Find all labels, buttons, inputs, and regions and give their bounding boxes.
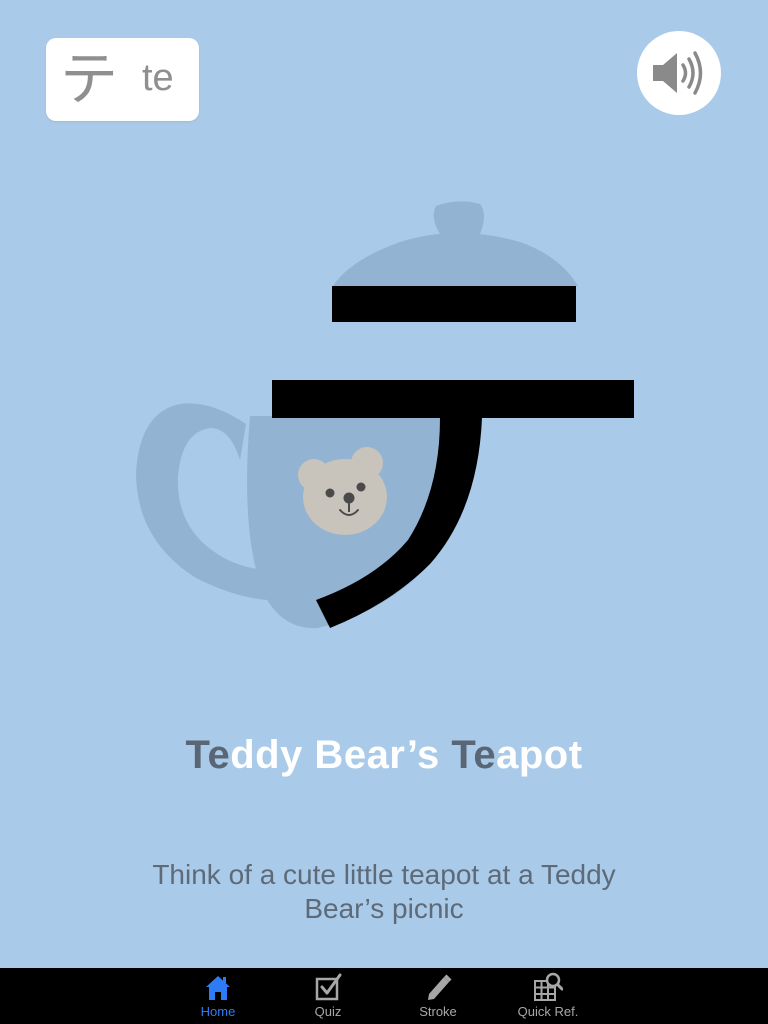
title-highlight-2: Te	[451, 733, 497, 777]
kana-character: テ	[60, 45, 119, 113]
tab-stroke[interactable]: Stroke	[388, 968, 488, 1024]
tab-home-label: Home	[200, 1004, 236, 1019]
speaker-icon	[653, 51, 703, 95]
title-text-2: apot	[496, 733, 583, 777]
teapot-lid	[333, 201, 578, 286]
tab-stroke-label: Stroke	[419, 1004, 457, 1019]
play-sound-button[interactable]	[637, 31, 721, 115]
tab-quiz[interactable]: Quiz	[278, 968, 378, 1024]
tab-quick-ref[interactable]: Quick Ref.	[498, 968, 598, 1024]
kana-romaji: te	[142, 57, 174, 99]
grid-search-icon	[534, 972, 563, 1001]
title-text-1: ddy Bear’s	[230, 733, 452, 777]
teapot-illustration	[136, 201, 634, 629]
mnemonic-title: Teddy Bear’s Teapot	[0, 730, 768, 780]
tab-quick-ref-label: Quick Ref.	[517, 1004, 579, 1019]
mnemonic-description: Think of a cute little teapot at a Teddy…	[152, 859, 616, 924]
pencil-icon	[428, 974, 452, 1000]
home-icon	[206, 976, 230, 1000]
quiz-checkbox-icon	[315, 973, 342, 1001]
tab-home[interactable]: Home	[168, 968, 268, 1024]
tab-quiz-label: Quiz	[314, 1004, 342, 1019]
tab-bar: Home Quiz Stroke Quick Ref.	[0, 968, 768, 1024]
kana-card: テ te	[46, 38, 199, 121]
title-highlight-1: Te	[185, 733, 231, 777]
